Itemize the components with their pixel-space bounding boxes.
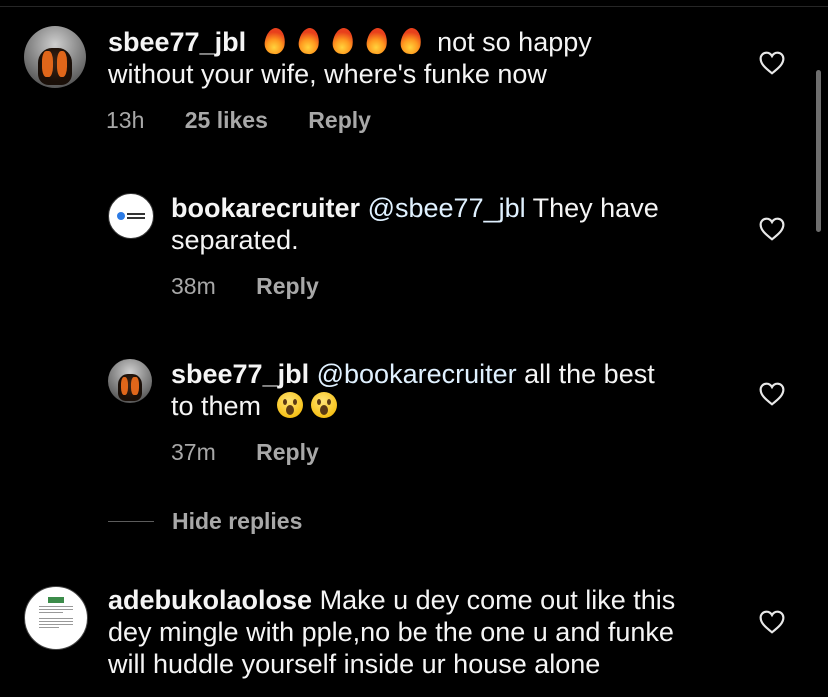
avatar[interactable] <box>108 193 154 239</box>
comment-text-line1: not so happy <box>437 27 592 57</box>
reply-text: bookarecruiter @sbee77_jbl They have sep… <box>171 192 659 256</box>
hide-replies-button[interactable]: Hide replies <box>108 508 302 535</box>
reply-button[interactable]: Reply <box>308 107 371 133</box>
likes-count[interactable]: 25 likes <box>185 107 268 133</box>
avatar[interactable] <box>108 359 152 403</box>
document-thumbnail <box>39 597 73 641</box>
reply-button[interactable]: Reply <box>256 273 319 299</box>
top-divider <box>0 6 828 7</box>
comment-text: sbee77_jbl not so happy without your wif… <box>108 26 592 90</box>
timestamp: 37m <box>171 439 216 465</box>
heart-outline-icon[interactable] <box>759 51 785 75</box>
reply-meta: 37m Reply <box>171 439 353 466</box>
timestamp: 38m <box>171 273 216 299</box>
fire-emoji-icon <box>362 26 392 56</box>
astonished-face-emoji-icon <box>275 390 305 420</box>
bookarecruiter-logo <box>117 210 145 222</box>
heart-outline-icon[interactable] <box>759 382 785 406</box>
avatar[interactable] <box>24 26 86 88</box>
hide-replies-label: Hide replies <box>172 508 303 534</box>
fire-emoji-icon <box>260 26 290 56</box>
timestamp: 13h <box>106 107 145 133</box>
mention-link[interactable]: @sbee77_jbl <box>368 193 526 223</box>
username[interactable]: sbee77_jbl <box>171 359 309 389</box>
comment-text-line2: without your wife, where's funke now <box>108 59 547 89</box>
username[interactable]: sbee77_jbl <box>108 27 246 57</box>
comment-meta: 13h 25 likes Reply <box>106 107 405 134</box>
astonished-face-emoji-icon <box>309 390 339 420</box>
fire-emoji-icon <box>396 26 426 56</box>
reply-text: sbee77_jbl @bookarecruiter all the best … <box>171 358 655 422</box>
comment-text-line1: Make u dey come out like this <box>319 585 676 615</box>
fire-emoji-icon <box>294 26 324 56</box>
username[interactable]: adebukolaolose <box>108 585 312 615</box>
fire-emoji-row <box>260 27 438 57</box>
reply-text-line1: They have <box>532 193 659 223</box>
fire-emoji-icon <box>328 26 358 56</box>
heart-outline-icon[interactable] <box>759 217 785 241</box>
reply-text-line1: all the best <box>524 359 655 389</box>
comment-text-line3: will huddle yourself inside ur house alo… <box>108 649 601 679</box>
avatar[interactable] <box>24 586 88 650</box>
comment-text: adebukolaolose Make u dey come out like … <box>108 584 675 680</box>
reply-meta: 38m Reply <box>171 273 353 300</box>
heart-outline-icon[interactable] <box>759 610 785 634</box>
reply-text-line2: separated. <box>171 225 299 255</box>
scrollbar[interactable] <box>816 70 821 232</box>
reply-button[interactable]: Reply <box>256 439 319 465</box>
reply-text-line2: to them <box>171 391 262 421</box>
mention-link[interactable]: @bookarecruiter <box>317 359 517 389</box>
username[interactable]: bookarecruiter <box>171 193 360 223</box>
comment-text-line2: dey mingle with pple,no be the one u and… <box>108 617 674 647</box>
hide-replies-divider <box>108 521 154 522</box>
